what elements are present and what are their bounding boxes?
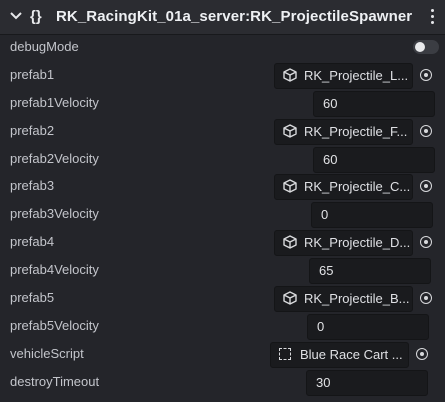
field-label: prefab2 [10,123,55,138]
field-prefab2: prefab2 RK_Projectile_F... [0,117,445,145]
prefab3Velocity-input[interactable]: 0 [311,202,433,228]
cube-icon [283,235,297,249]
asset-name: Blue Race Cart ... [300,347,403,362]
prefab2Velocity-input[interactable]: 60 [313,147,435,173]
toggle-knob [415,42,425,52]
field-prefab5Velocity: prefab5Velocity 0 [0,312,445,340]
component-inspector: {} RK_RacingKit_01a_server:RK_Projectile… [0,0,445,402]
kebab-menu-icon[interactable] [430,9,436,25]
target-picker-icon[interactable] [420,125,432,137]
component-title: RK_RacingKit_01a_server:RK_ProjectileSpa… [56,8,413,25]
cube-icon [283,68,297,82]
field-label: prefab2Velocity [10,151,99,166]
chevron-down-icon[interactable] [10,11,22,21]
prefab1Velocity-input[interactable]: 60 [313,91,435,117]
field-prefab1Velocity: prefab1Velocity 60 [0,89,445,117]
asset-name: RK_Projectile_L... [304,68,409,83]
script-braces-icon: {} [30,8,42,25]
field-label: debugMode [10,39,79,54]
input-value: 30 [316,375,331,390]
field-label: destroyTimeout [10,374,100,389]
prefab3-asset-field[interactable]: RK_Projectile_C... [274,174,413,200]
input-value: 60 [323,152,338,167]
asset-name: RK_Projectile_D... [304,235,411,250]
target-picker-icon[interactable] [420,236,432,248]
field-label: vehicleScript [10,346,84,361]
prefab2-asset-field[interactable]: RK_Projectile_F... [274,119,413,145]
vehicleScript-asset-field[interactable]: Blue Race Cart ... [270,342,409,368]
input-value: 65 [319,263,334,278]
field-label: prefab4Velocity [10,262,99,277]
prefab5-asset-field[interactable]: RK_Projectile_B... [274,286,413,312]
field-prefab4: prefab4 RK_Projectile_D... [0,228,445,256]
target-picker-icon[interactable] [420,69,432,81]
cube-icon [283,179,297,193]
prefab1-asset-field[interactable]: RK_Projectile_L... [274,63,413,89]
field-label: prefab5 [10,290,55,305]
field-prefab1: prefab1 RK_Projectile_L... [0,61,445,89]
prefab4Velocity-input[interactable]: 65 [309,258,431,284]
field-prefab3Velocity: prefab3Velocity 0 [0,200,445,228]
field-prefab4Velocity: prefab4Velocity 65 [0,256,445,284]
field-label: prefab4 [10,234,55,249]
field-prefab5: prefab5 RK_Projectile_B... [0,284,445,312]
input-value: 0 [317,319,325,334]
component-header: {} RK_RacingKit_01a_server:RK_Projectile… [0,0,445,35]
asset-name: RK_Projectile_C... [304,179,411,194]
debugMode-toggle[interactable] [413,40,439,54]
prefab5Velocity-input[interactable]: 0 [307,314,429,340]
input-value: 0 [321,207,329,222]
field-destroyTimeout: destroyTimeout 30 [0,368,445,396]
field-vehicleScript: vehicleScript Blue Race Cart ... [0,340,445,368]
input-value: 60 [323,96,338,111]
field-prefab2Velocity: prefab2Velocity 60 [0,145,445,173]
target-picker-icon[interactable] [420,292,432,304]
asset-name: RK_Projectile_B... [304,291,410,306]
asset-name: RK_Projectile_F... [304,124,408,139]
field-prefab3: prefab3 RK_Projectile_C... [0,172,445,200]
field-label: prefab3 [10,178,55,193]
target-picker-icon[interactable] [420,180,432,192]
field-label: prefab5Velocity [10,318,99,333]
target-picker-icon[interactable] [416,348,428,360]
cube-icon [283,291,297,305]
destroyTimeout-input[interactable]: 30 [306,370,428,396]
field-label: prefab1 [10,67,55,82]
dashed-square-icon [279,348,291,360]
cube-icon [283,124,297,138]
field-label: prefab1Velocity [10,95,99,110]
field-debugMode: debugMode [0,33,445,60]
prefab4-asset-field[interactable]: RK_Projectile_D... [274,230,413,256]
field-label: prefab3Velocity [10,206,99,221]
